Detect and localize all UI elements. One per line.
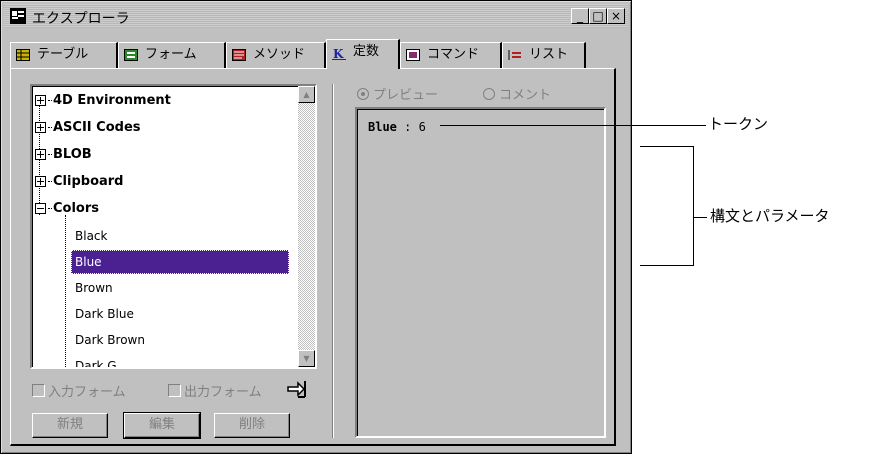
list-icon bbox=[508, 50, 521, 60]
tree-leaf[interactable]: Brown bbox=[71, 276, 117, 300]
tab-forms-label: フォーム bbox=[145, 47, 197, 62]
tree-leaf[interactable]: Dark Blue bbox=[71, 302, 138, 326]
tree-connector bbox=[48, 154, 52, 155]
output-form-label: 出力フォーム bbox=[184, 385, 262, 400]
preview-area: Blue : 6 bbox=[355, 107, 606, 438]
expand-icon[interactable] bbox=[35, 149, 46, 160]
syntax-bracket-vertical bbox=[693, 146, 694, 266]
preview-radio[interactable]: プレビュー bbox=[357, 84, 438, 103]
constant-separator: : bbox=[396, 120, 419, 134]
tree-node[interactable]: Clipboard bbox=[35, 170, 123, 194]
syntax-bracket-bottom bbox=[640, 265, 693, 266]
tree-connector bbox=[48, 127, 52, 128]
comment-radio-label: コメント bbox=[499, 88, 552, 103]
tree-leaf[interactable]: Black bbox=[71, 224, 111, 248]
tree-node-label: Colors bbox=[53, 201, 100, 216]
collapse-icon[interactable] bbox=[35, 203, 46, 214]
tree-viewport: 4D Environment ASCII Codes BLOB Clipboar… bbox=[32, 86, 298, 367]
tab-lists[interactable]: リスト bbox=[502, 42, 586, 68]
scroll-up-button[interactable]: ▲ bbox=[298, 86, 315, 103]
tree-leaf-selected[interactable]: Blue bbox=[71, 250, 289, 274]
tab-commands[interactable]: コマンド bbox=[400, 42, 502, 68]
tab-constants-label: 定数 bbox=[353, 44, 380, 59]
token-callout-line bbox=[440, 125, 706, 126]
tab-lists-label: リスト bbox=[529, 47, 569, 62]
token-callout-label: トークン bbox=[708, 115, 769, 133]
table-icon bbox=[16, 49, 30, 61]
preview-viewport: Blue : 6 bbox=[357, 109, 604, 436]
constant-value: 6 bbox=[418, 120, 426, 134]
input-form-label: 入力フォーム bbox=[48, 385, 126, 400]
output-form-checkbox[interactable]: 出力フォーム bbox=[168, 381, 262, 400]
scroll-down-button[interactable]: ▼ bbox=[298, 350, 315, 367]
new-button[interactable]: 新規 bbox=[32, 413, 108, 438]
radio-dot[interactable] bbox=[357, 88, 369, 100]
insert-arrow-icon[interactable] bbox=[286, 378, 308, 405]
minimize-button[interactable]: _ bbox=[571, 8, 589, 24]
tree-guide-line bbox=[65, 215, 66, 367]
window-title: エクスプローラ bbox=[32, 11, 130, 27]
constant-name: Blue bbox=[368, 120, 397, 134]
form-icon bbox=[124, 49, 138, 61]
tree-connector bbox=[48, 181, 52, 182]
svg-text:K: K bbox=[333, 48, 344, 60]
tree-leaf-label: Brown bbox=[75, 281, 113, 295]
panel-divider bbox=[332, 84, 334, 438]
tree-node-label: ASCII Codes bbox=[53, 120, 141, 135]
title-bar[interactable]: エクスプローラ _ □ × bbox=[4, 4, 628, 28]
tree-node-label: BLOB bbox=[53, 147, 92, 162]
insert-arrow-graphic bbox=[287, 381, 306, 398]
tree-leaf-label: Dark G... bbox=[75, 359, 129, 369]
constants-tree[interactable]: 4D Environment ASCII Codes BLOB Clipboar… bbox=[30, 84, 317, 369]
radio-dot[interactable] bbox=[483, 88, 495, 100]
tree-leaf-label: Dark Brown bbox=[75, 333, 145, 347]
input-form-checkbox[interactable]: 入力フォーム bbox=[32, 381, 126, 400]
checkbox-box[interactable] bbox=[32, 384, 45, 397]
tree-node[interactable]: Colors bbox=[35, 197, 99, 221]
tree-leaf-label: Dark Blue bbox=[75, 307, 134, 321]
tree-leaf[interactable]: Dark G... bbox=[71, 354, 132, 369]
tree-node-label: 4D Environment bbox=[53, 93, 171, 108]
tab-tables[interactable]: テーブル bbox=[10, 42, 118, 68]
tree-connector bbox=[48, 100, 52, 101]
tree-node-label: Clipboard bbox=[53, 174, 124, 189]
maximize-button[interactable]: □ bbox=[589, 8, 607, 24]
tree-leaf-label: Black bbox=[75, 229, 108, 243]
tree-node[interactable]: BLOB bbox=[35, 143, 92, 167]
tree-leaf-label: Blue bbox=[75, 255, 102, 269]
tree-connector bbox=[48, 208, 52, 209]
syntax-callout-label: 構文とパラメータ bbox=[710, 207, 830, 225]
app-icon bbox=[10, 8, 26, 24]
syntax-callout-line bbox=[693, 217, 707, 218]
tab-methods[interactable]: メソッド bbox=[226, 42, 326, 68]
constants-icon: K bbox=[332, 48, 346, 60]
syntax-bracket-top bbox=[640, 146, 693, 147]
expand-icon[interactable] bbox=[35, 176, 46, 187]
tree-node[interactable]: 4D Environment bbox=[35, 89, 171, 113]
close-button[interactable]: × bbox=[607, 8, 625, 24]
delete-button[interactable]: 削除 bbox=[214, 413, 290, 438]
tab-commands-label: コマンド bbox=[427, 47, 480, 62]
command-icon bbox=[406, 49, 420, 61]
method-icon bbox=[232, 49, 246, 61]
expand-icon[interactable] bbox=[35, 122, 46, 133]
tree-node[interactable]: ASCII Codes bbox=[35, 116, 141, 140]
tab-forms[interactable]: フォーム bbox=[118, 42, 226, 68]
comment-radio[interactable]: コメント bbox=[483, 84, 551, 103]
checkbox-box[interactable] bbox=[168, 384, 181, 397]
tab-tables-label: テーブル bbox=[37, 47, 89, 62]
expand-icon[interactable] bbox=[35, 95, 46, 106]
tree-scrollbar[interactable]: ▲ ▼ bbox=[298, 86, 315, 367]
tab-constants[interactable]: K 定数 bbox=[326, 39, 400, 69]
preview-text: Blue : 6 bbox=[368, 120, 426, 134]
tree-leaf[interactable]: Dark Brown bbox=[71, 328, 149, 352]
tab-methods-label: メソッド bbox=[253, 47, 306, 62]
preview-radio-label: プレビュー bbox=[373, 88, 439, 103]
edit-button[interactable]: 編集 bbox=[123, 412, 201, 439]
